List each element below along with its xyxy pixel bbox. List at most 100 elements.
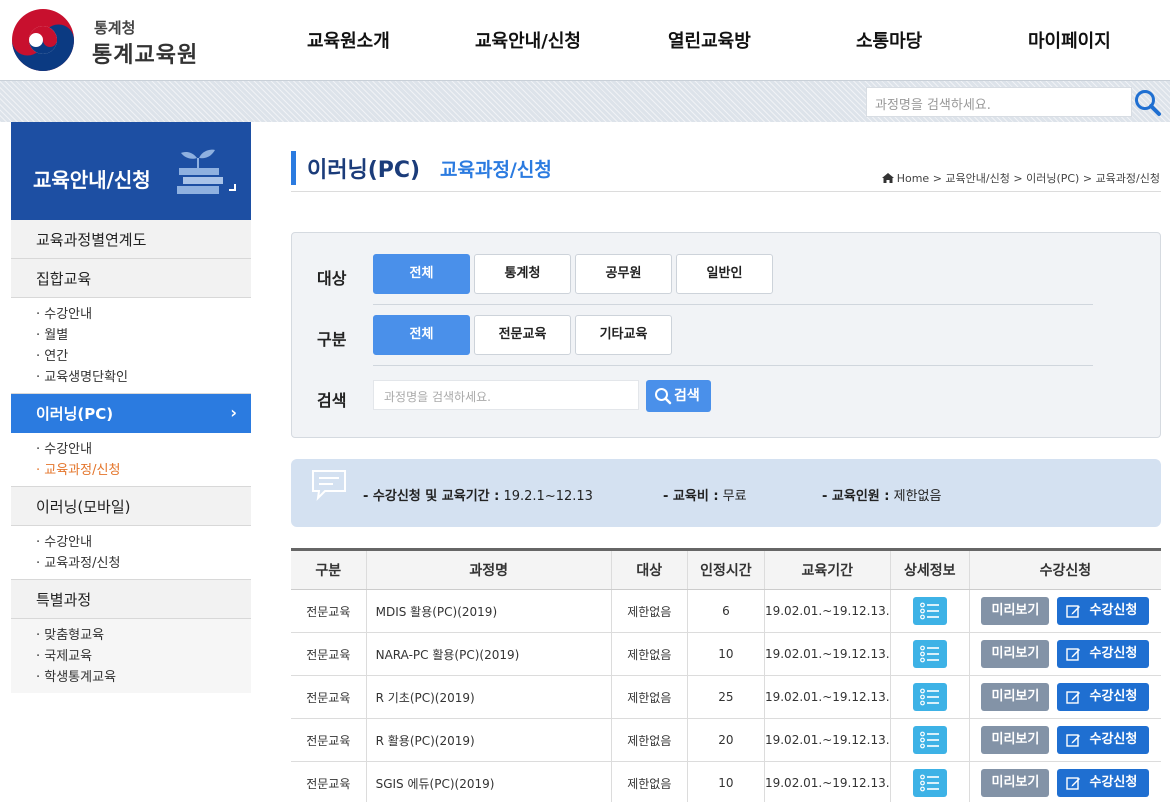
taegeuk-emblem-icon [12,9,74,71]
pencil-edit-icon [1066,605,1081,618]
cell-course-name[interactable]: R 기초(PC)(2019) [365,675,612,719]
cell-period: 19.02.01.~19.12.13. [763,761,891,802]
preview-button[interactable]: 미리보기 [981,726,1050,754]
cell-hours: 25 [686,675,765,719]
info-fee: - 교육비 : 무료 [663,489,747,504]
breadcrumb-home[interactable]: Home [897,172,929,185]
cell-hours: 20 [686,718,765,762]
nav-item-education[interactable]: 교육안내/신청 [475,27,581,53]
sidebar-title: 교육안내/신청 [33,168,151,192]
target-filter-general[interactable]: 일반인 [676,254,773,294]
cell-target: 제한없음 [610,761,688,802]
submenu-item-current[interactable]: · 교육과정/신청 [36,460,251,481]
title-divider [291,191,1161,192]
cell-detail [889,761,970,802]
page-title: 이러닝(PC) [307,158,421,183]
submenu-item[interactable]: · 국제교육 [36,646,251,667]
apply-button-label: 수강신청 [1089,732,1138,747]
apply-button[interactable]: 수강신청 [1057,640,1150,668]
cell-apply: 미리보기 수강신청 [968,632,1161,676]
cell-course-name[interactable]: R 활용(PC)(2019) [365,718,612,762]
nav-item-open-class[interactable]: 열린교육방 [668,27,751,53]
apply-button[interactable]: 수강신청 [1057,726,1150,754]
breadcrumb-current: 교육과정/신청 [1095,172,1160,185]
course-search-input[interactable]: 과정명을 검색하세요. [373,380,639,410]
preview-button[interactable]: 미리보기 [981,769,1050,797]
target-filter-public-servant[interactable]: 공무원 [575,254,672,294]
target-filter-statistics[interactable]: 통계청 [474,254,571,294]
cell-category: 전문교육 [291,589,367,633]
submenu-item[interactable]: · 수강안내 [36,304,251,325]
cell-hours: 6 [686,589,765,633]
pencil-edit-icon [1066,648,1081,661]
col-header-period: 교육기간 [763,548,891,590]
cell-period: 19.02.01.~19.12.13. [763,589,891,633]
submenu-item[interactable]: · 연간 [36,346,251,367]
detail-button[interactable] [912,726,947,754]
type-filter-professional[interactable]: 전문교육 [474,315,571,355]
top-search-input[interactable]: 과정명을 검색하세요. [866,87,1132,117]
preview-button[interactable]: 미리보기 [981,597,1050,625]
apply-button[interactable]: 수강신청 [1057,769,1150,797]
submenu-item[interactable]: · 수강안내 [36,532,251,553]
site-logo[interactable]: 통계청 통계교육원 [10,7,210,73]
apply-button[interactable]: 수강신청 [1057,683,1150,711]
search-strip: 과정명을 검색하세요. [0,80,1170,122]
cell-course-name[interactable]: MDIS 활용(PC)(2019) [365,589,612,633]
type-filter-other[interactable]: 기타교육 [575,315,672,355]
cell-period: 19.02.01.~19.12.13. [763,675,891,719]
table-row: 전문교육 R 활용(PC)(2019) 제한없음 20 19.02.01.~19.12.… [291,718,1161,762]
cell-category: 전문교육 [291,761,367,802]
sidebar-item-elearning-mobile[interactable]: 이러닝(모바일) [11,487,251,526]
sidebar-item-elearning-pc[interactable]: 이러닝(PC) › [11,394,251,433]
col-header-detail: 상세정보 [889,548,970,590]
breadcrumb-item[interactable]: 이러닝(PC) [1026,172,1079,185]
sidebar-item-label: 이러닝(PC) [36,405,114,423]
course-search-button[interactable]: 검색 [646,380,711,412]
cell-course-name[interactable]: SGIS 에듀(PC)(2019) [365,761,612,802]
submenu-item[interactable]: · 월별 [36,325,251,346]
submenu-item[interactable]: · 학생통계교육 [36,667,251,688]
preview-button[interactable]: 미리보기 [981,640,1050,668]
nav-item-about[interactable]: 교육원소개 [307,27,390,53]
detail-button[interactable] [912,640,947,668]
sidebar-submenu-elearning-pc: · 수강안내 · 교육과정/신청 [11,433,251,487]
sidebar-item-curriculum-map[interactable]: 교육과정별연계도 [11,220,251,259]
pencil-edit-icon [1066,777,1081,790]
books-plant-icon [177,149,236,194]
submenu-item[interactable]: · 수강안내 [36,439,251,460]
sidebar-item-group-education[interactable]: 집합교육 [11,259,251,298]
col-header-target: 대상 [610,548,688,590]
type-filter-all[interactable]: 전체 [373,315,470,355]
type-label: 구분 [317,330,347,349]
breadcrumb-item[interactable]: 교육안내/신청 [945,172,1009,185]
apply-button[interactable]: 수강신청 [1057,597,1150,625]
filter-panel: 대상 전체 통계청 공무원 일반인 구분 전체 전문교육 기타교육 검색 과정명… [291,232,1161,438]
cell-course-name[interactable]: NARA-PC 활용(PC)(2019) [365,632,612,676]
detail-button[interactable] [912,597,947,625]
col-header-hours: 인정시간 [686,548,765,590]
detail-button[interactable] [912,683,947,711]
cell-detail [889,675,970,719]
submenu-item[interactable]: · 교육과정/신청 [36,553,251,574]
nav-item-mypage[interactable]: 마이페이지 [1028,27,1111,53]
target-filter-all[interactable]: 전체 [373,254,470,294]
nav-item-community[interactable]: 소통마당 [856,27,922,53]
cell-category: 전문교육 [291,718,367,762]
cell-hours: 10 [686,761,765,802]
table-header-row: 구분 과정명 대상 인정시간 교육기간 상세정보 수강신청 [291,548,1161,590]
detail-button[interactable] [912,769,947,797]
page-subtitle: 교육과정/신청 [440,159,552,181]
list-icon [919,774,939,792]
search-label: 검색 [317,391,347,410]
sidebar-item-special-course[interactable]: 특별과정 [11,580,251,619]
cell-detail [889,718,970,762]
sidebar-header: 교육안내/신청 [11,122,251,220]
table-body: 전문교육 MDIS 활용(PC)(2019) 제한없음 6 19.02.01.~19.1… [291,589,1161,802]
breadcrumb: Home > 교육안내/신청 > 이러닝(PC) > 교육과정/신청 [881,170,1160,186]
preview-button[interactable]: 미리보기 [981,683,1050,711]
submenu-item[interactable]: · 맞춤형교육 [36,625,251,646]
submenu-item[interactable]: · 교육생명단확인 [36,367,251,388]
info-period: - 수강신청 및 교육기간 : 19.2.1~12.13 [363,489,593,504]
top-search-button[interactable] [1132,87,1166,117]
